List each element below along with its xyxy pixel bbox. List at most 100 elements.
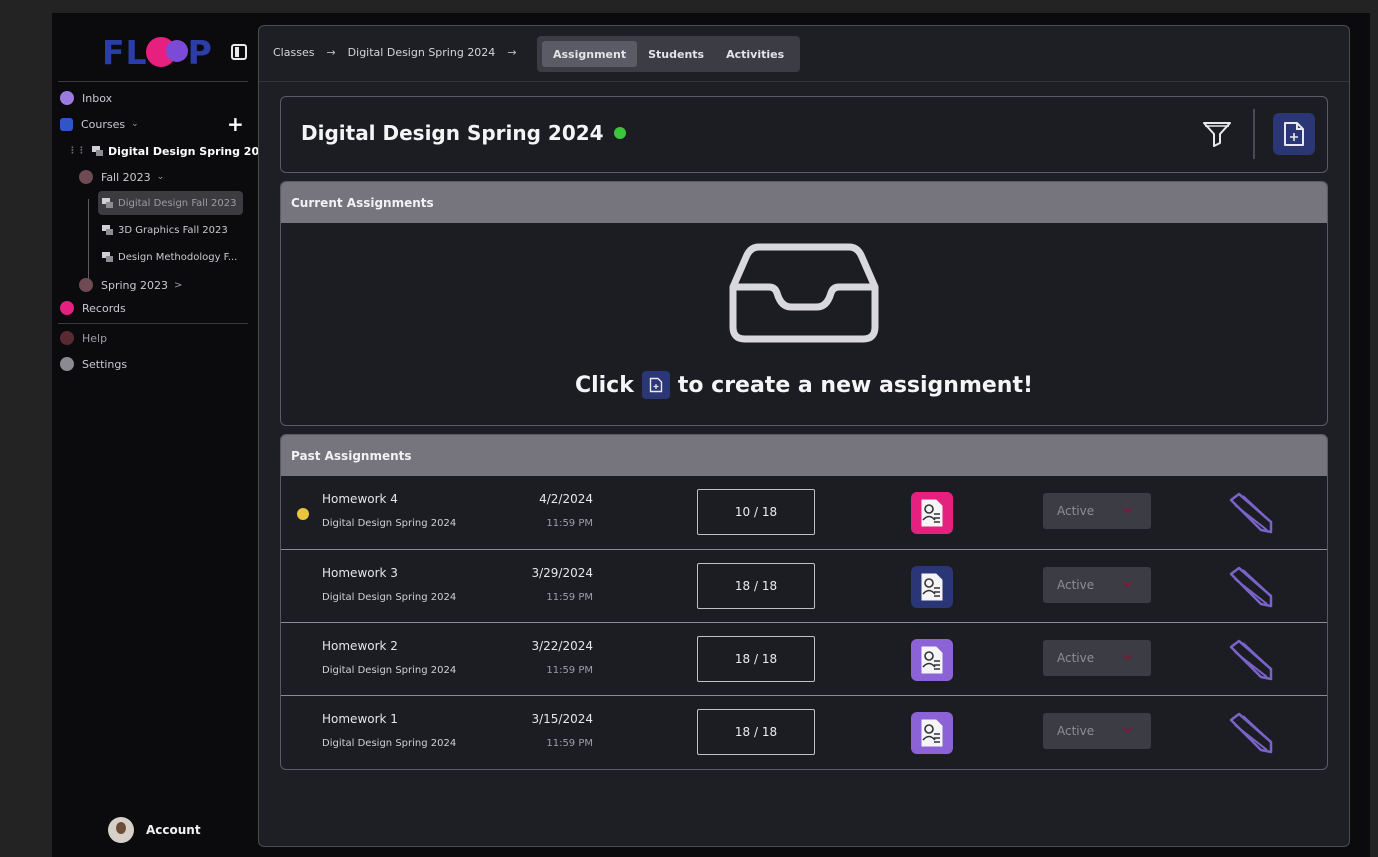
filter-icon[interactable]	[1201, 117, 1233, 149]
sidebar-item-label: Digital Design Fall 2023	[118, 197, 237, 209]
gear-icon	[60, 357, 74, 371]
status-select[interactable]: Active	[1043, 493, 1151, 529]
assignment-name[interactable]: Homework 1	[322, 712, 398, 726]
submissions-icon	[921, 719, 943, 747]
status-select[interactable]: Active	[1043, 567, 1151, 603]
status-indicator	[613, 127, 626, 139]
new-assignment-inline-icon[interactable]	[641, 371, 670, 399]
breadcrumb-course[interactable]: Digital Design Spring 2024	[348, 46, 496, 59]
chevron-right-icon: >	[174, 279, 183, 291]
view-submissions-button[interactable]	[911, 712, 953, 754]
sidebar-item-label: Courses	[81, 117, 126, 131]
sidebar-item-current-course[interactable]: ⋮⋮ Digital Design Spring 2024	[68, 141, 274, 161]
sidebar-item-label: Spring 2023	[101, 278, 168, 292]
course-title: Digital Design Spring 2024	[301, 121, 604, 145]
floop-logo[interactable]: FL P	[102, 33, 222, 77]
view-submissions-button[interactable]	[911, 492, 953, 534]
main-panel: Classes → Digital Design Spring 2024 → A…	[258, 25, 1350, 847]
due-date: 4/2/2024	[539, 492, 593, 506]
submission-count[interactable]: 10 / 18	[697, 489, 815, 535]
table-row[interactable]: Homework 2 Digital Design Spring 2024 3/…	[281, 622, 1327, 695]
sidebar-item-fall-course[interactable]: 3D Graphics Fall 2023	[102, 220, 228, 240]
table-row[interactable]: Homework 3 Digital Design Spring 2024 3/…	[281, 549, 1327, 622]
chevron-down-icon	[1122, 503, 1133, 514]
tab-students[interactable]: Students	[637, 41, 715, 67]
sidebar-item-help[interactable]: Help	[60, 328, 107, 348]
current-assignments-section: Current Assignments Click to create a ne…	[280, 181, 1328, 426]
tab-assignment[interactable]: Assignment	[542, 41, 638, 67]
submissions-icon	[921, 499, 943, 527]
sidebar: FL P Inbox Courses ⌄ + ⋮⋮ Digital Design …	[52, 13, 274, 857]
courses-icon	[60, 117, 73, 131]
add-course-icon[interactable]: +	[227, 114, 244, 134]
status-value: Active	[1057, 504, 1095, 518]
edit-pencil-icon[interactable]	[1227, 566, 1275, 608]
sidebar-item-courses[interactable]: Courses ⌄	[60, 114, 139, 134]
sidebar-item-label: Digital Design Spring 2024	[108, 144, 275, 158]
breadcrumb-classes[interactable]: Classes	[273, 46, 314, 59]
assignment-course: Digital Design Spring 2024	[322, 738, 457, 749]
new-document-icon	[649, 377, 663, 393]
assignment-list: Homework 4 Digital Design Spring 2024 4/…	[281, 476, 1327, 768]
sidebar-item-records[interactable]: Records	[60, 298, 126, 318]
account-button[interactable]: Account	[108, 817, 201, 843]
assignment-name[interactable]: Homework 2	[322, 639, 398, 653]
empty-state: Click to create a new assignment!	[281, 223, 1327, 425]
sidebar-item-label: Settings	[82, 357, 128, 371]
status-select[interactable]: Active	[1043, 640, 1151, 676]
view-submissions-button[interactable]	[911, 639, 953, 681]
sidebar-item-settings[interactable]: Settings	[60, 354, 127, 374]
term-icon	[79, 170, 93, 184]
assignment-course: Digital Design Spring 2024	[322, 665, 457, 676]
edit-pencil-icon[interactable]	[1227, 639, 1275, 681]
new-assignment-button[interactable]	[1273, 113, 1315, 155]
sidebar-item-label: Records	[82, 301, 126, 315]
sidebar-item-fall-course[interactable]: Design Methodology F...	[102, 247, 237, 267]
sidebar-collapse-icon[interactable]	[231, 44, 247, 60]
avatar	[108, 817, 134, 843]
submission-count[interactable]: 18 / 18	[697, 636, 815, 682]
sidebar-item-spring-2023[interactable]: Spring 2023 >	[79, 275, 182, 295]
table-row[interactable]: Homework 1 Digital Design Spring 2024 3/…	[281, 695, 1327, 768]
sidebar-item-inbox[interactable]: Inbox	[60, 88, 112, 108]
chevron-down-icon: ⌄	[131, 119, 139, 129]
account-label: Account	[146, 823, 201, 837]
page-title: Digital Design Spring 2024	[301, 121, 626, 145]
due-date: 3/15/2024	[531, 712, 593, 726]
arrow-right-icon: →	[326, 46, 336, 59]
due-time: 11:59 PM	[546, 518, 593, 529]
table-row[interactable]: Homework 4 Digital Design Spring 2024 4/…	[281, 476, 1327, 549]
edit-pencil-icon[interactable]	[1227, 492, 1275, 534]
tab-bar: Assignment Students Activities	[537, 36, 801, 72]
app-window: FL P Inbox Courses ⌄ + ⋮⋮ Digital Design …	[52, 13, 1370, 857]
sidebar-item-label: Fall 2023	[101, 170, 151, 184]
course-icon	[102, 225, 114, 235]
sidebar-divider	[58, 323, 248, 324]
tab-activities[interactable]: Activities	[715, 41, 795, 67]
course-icon	[92, 146, 104, 156]
sidebar-item-label: Inbox	[82, 91, 113, 105]
header-divider	[1253, 109, 1255, 159]
submission-count[interactable]: 18 / 18	[697, 563, 815, 609]
course-icon	[102, 252, 114, 262]
drag-handle-icon[interactable]: ⋮⋮	[68, 146, 86, 156]
course-header: Digital Design Spring 2024	[280, 96, 1328, 173]
records-icon	[60, 301, 74, 315]
sidebar-item-fall-course[interactable]: Digital Design Fall 2023	[102, 193, 236, 213]
submission-count[interactable]: 18 / 18	[697, 709, 815, 755]
section-header: Current Assignments	[281, 182, 1327, 223]
sidebar-item-fall-2023[interactable]: Fall 2023 ⌄	[79, 167, 164, 187]
empty-prefix: Click	[574, 372, 634, 398]
new-document-icon	[1284, 122, 1304, 146]
edit-pencil-icon[interactable]	[1227, 712, 1275, 754]
due-time: 11:59 PM	[546, 665, 593, 676]
status-value: Active	[1057, 724, 1095, 738]
assignment-name[interactable]: Homework 3	[322, 566, 398, 580]
breadcrumb: Classes → Digital Design Spring 2024 →	[273, 46, 529, 59]
view-submissions-button[interactable]	[911, 566, 953, 608]
assignment-name[interactable]: Homework 4	[322, 492, 398, 506]
assignment-course: Digital Design Spring 2024	[322, 518, 457, 529]
top-bar: Classes → Digital Design Spring 2024 → A…	[259, 26, 1349, 82]
status-select[interactable]: Active	[1043, 713, 1151, 749]
chevron-down-icon	[1122, 650, 1133, 661]
